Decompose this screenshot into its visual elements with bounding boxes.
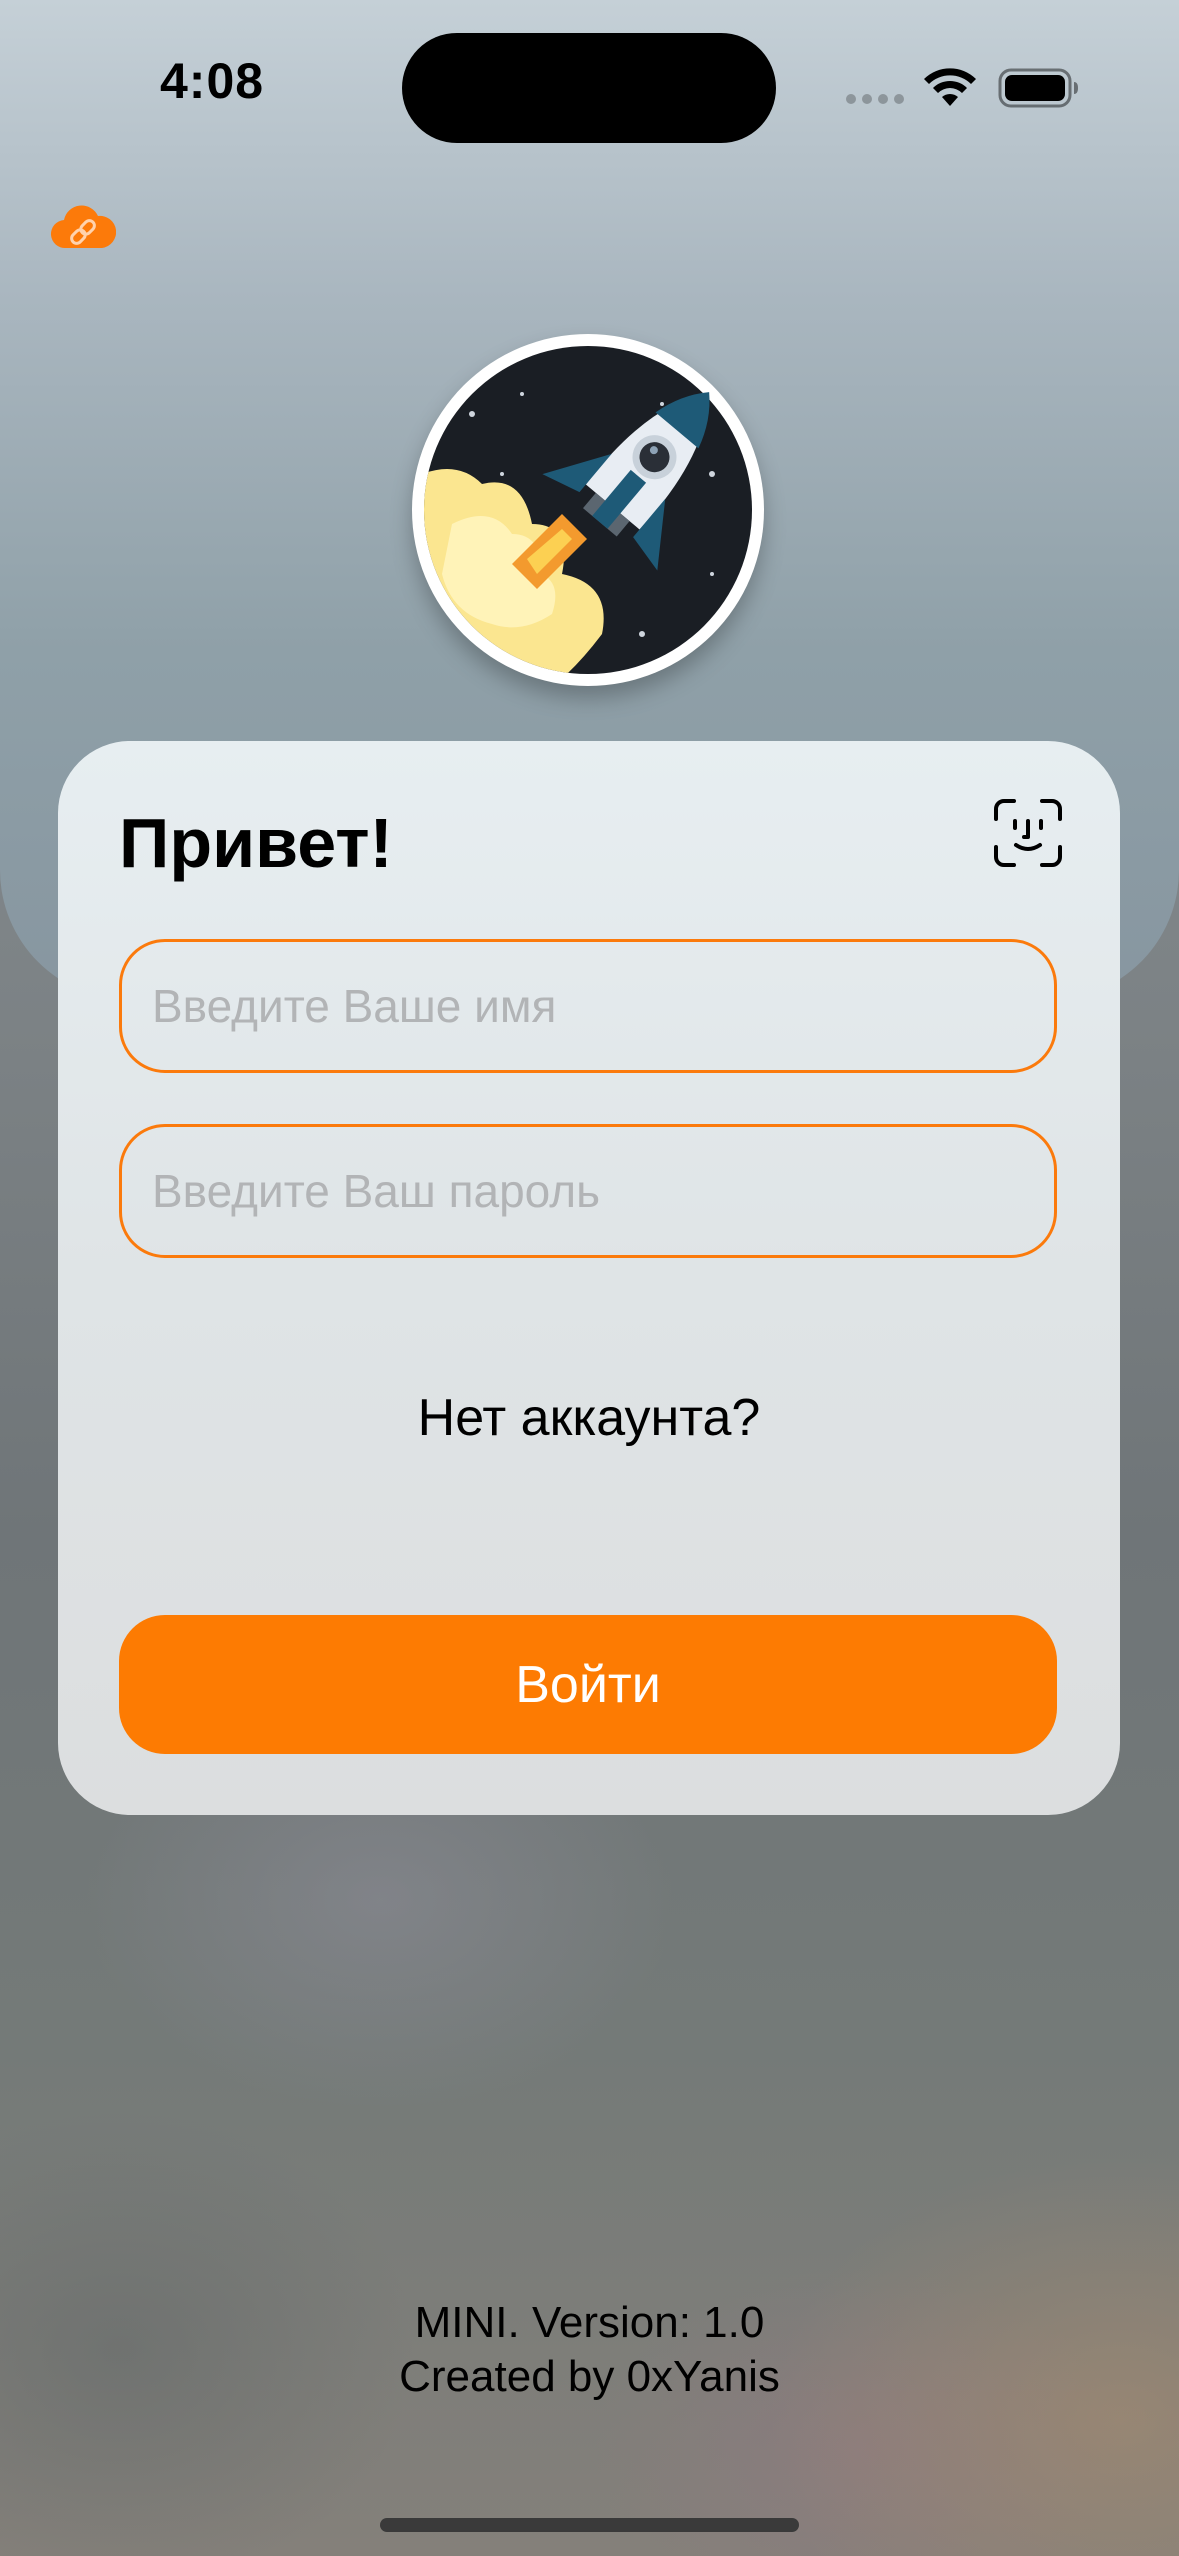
name-input[interactable] (122, 942, 1054, 1070)
rocket-logo (412, 334, 764, 686)
footer: MINI. Version: 1.0 Created by 0xYanis (0, 2296, 1179, 2404)
version-text: MINI. Version: 1.0 (414, 2298, 765, 2347)
cloud-link-icon[interactable] (50, 202, 116, 250)
password-input[interactable] (122, 1127, 1054, 1255)
wifi-icon (924, 68, 976, 106)
status-bar: 4:08 (0, 0, 1179, 170)
cellular-signal-icon (846, 94, 904, 104)
status-time: 4:08 (160, 53, 265, 109)
rocket-icon (424, 346, 752, 674)
credit-text: Created by 0xYanis (399, 2352, 780, 2401)
no-account-link[interactable]: Нет аккаунта? (58, 1388, 1120, 1448)
name-field[interactable] (119, 939, 1057, 1073)
login-button[interactable]: Войти (119, 1615, 1057, 1754)
password-field[interactable] (119, 1124, 1057, 1258)
face-id-icon[interactable] (994, 799, 1062, 867)
home-indicator[interactable] (380, 2518, 799, 2532)
battery-icon (998, 68, 1078, 108)
login-card: Привет! Нет аккаунта? Войти (58, 741, 1120, 1815)
greeting-title: Привет! (119, 804, 393, 882)
dynamic-island (402, 33, 776, 143)
